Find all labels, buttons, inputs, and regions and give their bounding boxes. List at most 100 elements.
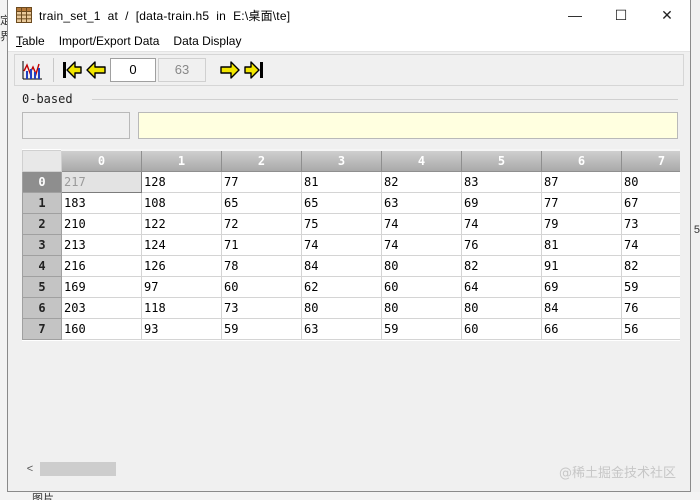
table-cell[interactable]: 203 — [61, 296, 142, 319]
table-cell[interactable]: 67 — [621, 191, 680, 214]
page-number-input[interactable]: 0 — [110, 58, 156, 82]
column-header[interactable]: 3 — [301, 149, 382, 172]
table-cell[interactable]: 69 — [461, 191, 542, 214]
table-cell[interactable]: 79 — [541, 212, 622, 235]
previous-page-button[interactable] — [84, 58, 108, 82]
table-cell[interactable]: 71 — [221, 233, 302, 256]
table-cell[interactable]: 80 — [621, 170, 680, 193]
cell-value-field[interactable] — [138, 112, 678, 139]
table-cell[interactable]: 87 — [541, 170, 622, 193]
table-cell[interactable]: 60 — [461, 317, 542, 340]
first-page-button[interactable] — [60, 58, 84, 82]
table-cell[interactable]: 81 — [541, 233, 622, 256]
table-cell[interactable]: 59 — [381, 317, 462, 340]
table-cell-selected[interactable]: 217 — [61, 170, 142, 193]
row-header[interactable]: 0 — [22, 170, 62, 193]
table-cell[interactable]: 80 — [381, 254, 462, 277]
table-cell[interactable]: 118 — [141, 296, 222, 319]
table-cell[interactable]: 82 — [621, 254, 680, 277]
table-cell[interactable]: 83 — [461, 170, 542, 193]
table-cell[interactable]: 65 — [301, 191, 382, 214]
menu-import-export-data[interactable]: Import/Export Data — [55, 34, 164, 48]
background-window-edge-bottom: 图片 — [0, 492, 700, 500]
table-cell[interactable]: 93 — [141, 317, 222, 340]
last-page-button[interactable] — [242, 58, 266, 82]
table-cell[interactable]: 97 — [141, 275, 222, 298]
table-cell[interactable]: 59 — [221, 317, 302, 340]
table-cell[interactable]: 66 — [541, 317, 622, 340]
table-cell[interactable]: 78 — [221, 254, 302, 277]
table-cell[interactable]: 65 — [221, 191, 302, 214]
table-cell[interactable]: 63 — [381, 191, 462, 214]
table-cell[interactable]: 73 — [221, 296, 302, 319]
table-cell[interactable]: 74 — [621, 233, 680, 256]
table-cell[interactable]: 74 — [381, 233, 462, 256]
table-cell[interactable]: 80 — [381, 296, 462, 319]
first-page-icon — [63, 61, 82, 79]
column-header[interactable]: 5 — [461, 149, 542, 172]
column-header[interactable]: 6 — [541, 149, 622, 172]
column-header[interactable]: 1 — [141, 149, 222, 172]
column-header[interactable]: 4 — [381, 149, 462, 172]
row-header[interactable]: 7 — [22, 317, 62, 340]
toolbar: 0 63 — [14, 54, 684, 86]
table-cell[interactable]: 56 — [621, 317, 680, 340]
row-header[interactable]: 4 — [22, 254, 62, 277]
minimize-button[interactable]: — — [552, 0, 598, 30]
menu-table[interactable]: Table — [12, 34, 49, 48]
table-cell[interactable]: 80 — [301, 296, 382, 319]
table-cell[interactable]: 74 — [461, 212, 542, 235]
column-header[interactable]: 7 — [621, 149, 680, 172]
row-header[interactable]: 3 — [22, 233, 62, 256]
table-cell[interactable]: 84 — [301, 254, 382, 277]
table-cell[interactable]: 82 — [461, 254, 542, 277]
close-button[interactable]: ✕ — [644, 0, 690, 30]
table-cell[interactable]: 124 — [141, 233, 222, 256]
line-plot-button[interactable] — [19, 57, 45, 83]
table-cell[interactable]: 77 — [221, 170, 302, 193]
table-cell[interactable]: 91 — [541, 254, 622, 277]
table-cell[interactable]: 75 — [301, 212, 382, 235]
row-header[interactable]: 2 — [22, 212, 62, 235]
table-cell[interactable]: 60 — [221, 275, 302, 298]
scroll-left-button[interactable]: < — [22, 460, 38, 478]
table-cell[interactable]: 126 — [141, 254, 222, 277]
table-cell[interactable]: 210 — [61, 212, 142, 235]
column-header[interactable]: 2 — [221, 149, 302, 172]
table-cell[interactable]: 128 — [141, 170, 222, 193]
table-cell[interactable]: 76 — [621, 296, 680, 319]
table-cell[interactable]: 81 — [301, 170, 382, 193]
table-cell[interactable]: 74 — [381, 212, 462, 235]
table-cell[interactable]: 62 — [301, 275, 382, 298]
table-cell[interactable]: 160 — [61, 317, 142, 340]
toolbar-separator — [53, 58, 54, 82]
table-cell[interactable]: 82 — [381, 170, 462, 193]
row-header[interactable]: 1 — [22, 191, 62, 214]
table-cell[interactable]: 122 — [141, 212, 222, 235]
column-header[interactable]: 0 — [61, 149, 142, 172]
table-cell[interactable]: 59 — [621, 275, 680, 298]
table-cell[interactable]: 216 — [61, 254, 142, 277]
maximize-button[interactable]: ☐ — [598, 0, 644, 30]
table-cell[interactable]: 72 — [221, 212, 302, 235]
table-cell[interactable]: 73 — [621, 212, 680, 235]
row-header[interactable]: 5 — [22, 275, 62, 298]
table-cell[interactable]: 60 — [381, 275, 462, 298]
title-bar[interactable]: train_set_1 at / [data-train.h5 in E:\桌面… — [8, 0, 690, 30]
table-cell[interactable]: 76 — [461, 233, 542, 256]
table-cell[interactable]: 213 — [61, 233, 142, 256]
scrollbar-thumb[interactable] — [40, 462, 116, 476]
menu-data-display[interactable]: Data Display — [169, 34, 245, 48]
row-header[interactable]: 6 — [22, 296, 62, 319]
table-cell[interactable]: 77 — [541, 191, 622, 214]
table-cell[interactable]: 169 — [61, 275, 142, 298]
next-page-button[interactable] — [218, 58, 242, 82]
table-cell[interactable]: 80 — [461, 296, 542, 319]
table-cell[interactable]: 69 — [541, 275, 622, 298]
table-cell[interactable]: 74 — [301, 233, 382, 256]
table-cell[interactable]: 84 — [541, 296, 622, 319]
table-cell[interactable]: 64 — [461, 275, 542, 298]
table-cell[interactable]: 63 — [301, 317, 382, 340]
table-cell[interactable]: 108 — [141, 191, 222, 214]
table-cell[interactable]: 183 — [61, 191, 142, 214]
